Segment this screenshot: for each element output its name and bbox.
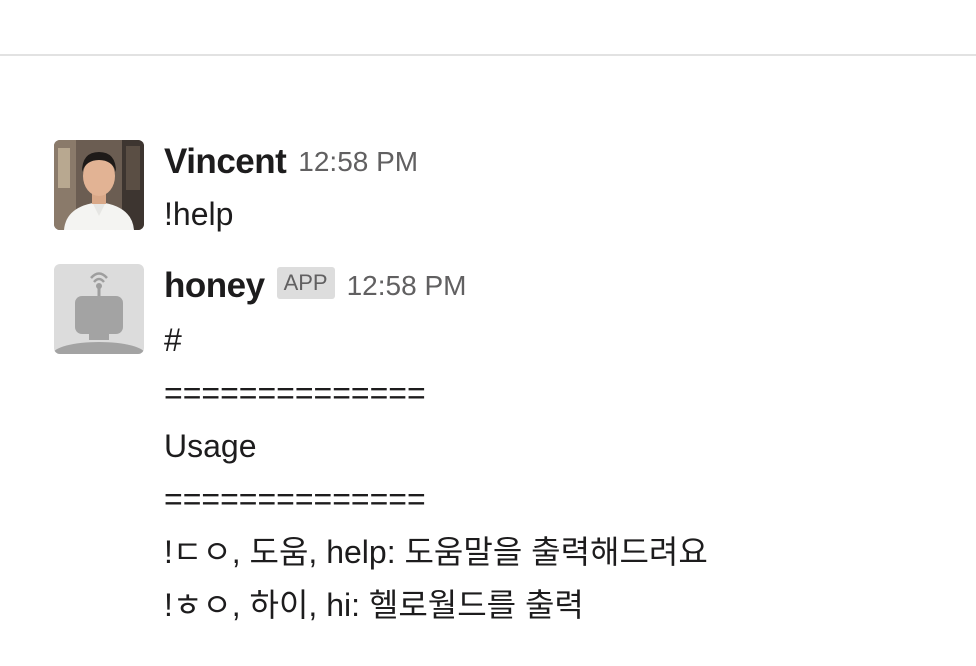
robot-icon	[54, 264, 144, 354]
user-avatar[interactable]	[54, 140, 144, 230]
message-text-line: Usage	[164, 428, 257, 464]
channel-header-bar	[0, 0, 976, 56]
app-badge: APP	[276, 267, 335, 299]
message-text-line: ==============	[164, 375, 426, 411]
sender-name[interactable]: honey	[164, 266, 265, 306]
message-text-line: #	[164, 322, 182, 358]
person-photo-icon	[54, 140, 144, 230]
message-text: !help	[164, 196, 234, 232]
message-text-line: !ㅎㅇ, 하이, hi: 헬로월드를 출력	[164, 587, 584, 623]
sender-name[interactable]: Vincent	[164, 142, 287, 182]
message-text-line: ==============	[164, 481, 426, 517]
message-text-line: !ㄷㅇ, 도움, help: 도움말을 출력해드려요	[164, 534, 708, 570]
message-timestamp[interactable]: 12:58 PM	[347, 270, 467, 302]
bot-avatar[interactable]	[54, 264, 144, 354]
message-timestamp[interactable]: 12:58 PM	[298, 146, 418, 178]
